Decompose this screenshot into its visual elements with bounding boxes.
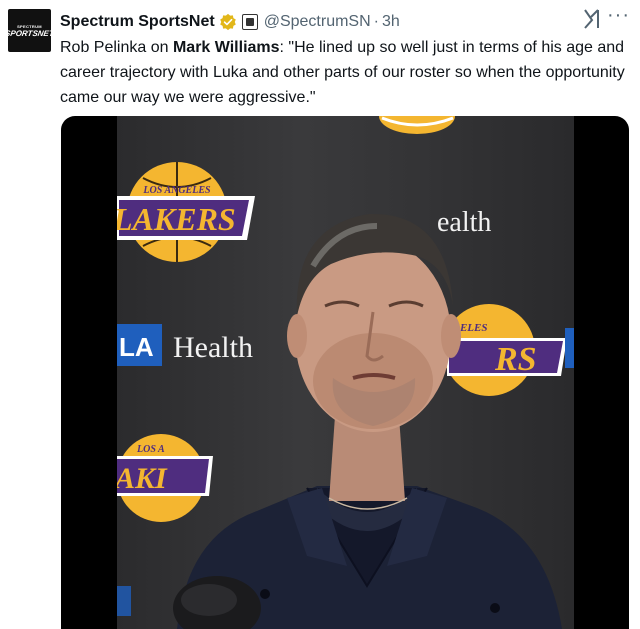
la-logo-bottom-edge xyxy=(117,586,131,616)
lakers-logo-top-text: LOS ANGELES xyxy=(142,185,211,196)
avatar-line2: SPORTSNET xyxy=(8,28,51,38)
press-backdrop: LOS ANGELES LAKERS ealth LA Health GELES… xyxy=(117,116,574,629)
tweet-header: Spectrum SportsNet @SpectrumSN · 3h xyxy=(60,10,630,34)
health-text: Health xyxy=(173,331,253,364)
verified-badge-icon[interactable] xyxy=(219,13,237,31)
lakers-logo-left: LOS ANGELES LAKERS xyxy=(117,162,255,262)
avatar[interactable]: SPECTRUM SPORTSNET xyxy=(8,9,51,52)
lakers-logo-right-main-text: RS xyxy=(494,341,537,378)
grok-icon[interactable] xyxy=(582,8,602,30)
tweet-mention: Mark Williams xyxy=(172,39,280,56)
la-health-logo: LA Health xyxy=(117,324,253,366)
speaker-figure xyxy=(177,213,562,629)
more-options-icon[interactable]: ··· xyxy=(607,4,630,27)
handle[interactable]: @SpectrumSN xyxy=(264,13,371,31)
lakers-logo-bottom-left: LOS A AKI xyxy=(117,434,213,522)
la-text: LA xyxy=(119,332,154,362)
timestamp[interactable]: 3h xyxy=(382,13,400,31)
lakers-logo-bottom-top-text: LOS A xyxy=(136,444,165,455)
lakers-logo-right-partial: GELES RS xyxy=(443,304,567,396)
backdrop-graphics: LOS ANGELES LAKERS ealth LA Health GELES… xyxy=(117,116,574,629)
tweet-text: Rob Pelinka on Mark Williams: "He lined … xyxy=(60,35,630,110)
display-name[interactable]: Spectrum SportsNet xyxy=(60,13,215,31)
video-player[interactable]: LOS ANGELES LAKERS ealth LA Health GELES… xyxy=(61,116,629,629)
avatar-line1: SPECTRUM xyxy=(17,23,42,29)
affiliate-badge-icon[interactable] xyxy=(241,14,258,30)
la-logo-right-edge xyxy=(565,328,574,368)
lakers-logo-main-text: LAKERS xyxy=(117,201,236,237)
lakers-logo-bottom-main-text: AKI xyxy=(117,462,168,495)
tweet-prefix: Rob Pelinka on xyxy=(60,39,173,56)
separator-dot: · xyxy=(373,13,379,30)
lakers-logo-top-partial xyxy=(379,116,455,134)
health-text-partial: ealth xyxy=(437,207,491,238)
